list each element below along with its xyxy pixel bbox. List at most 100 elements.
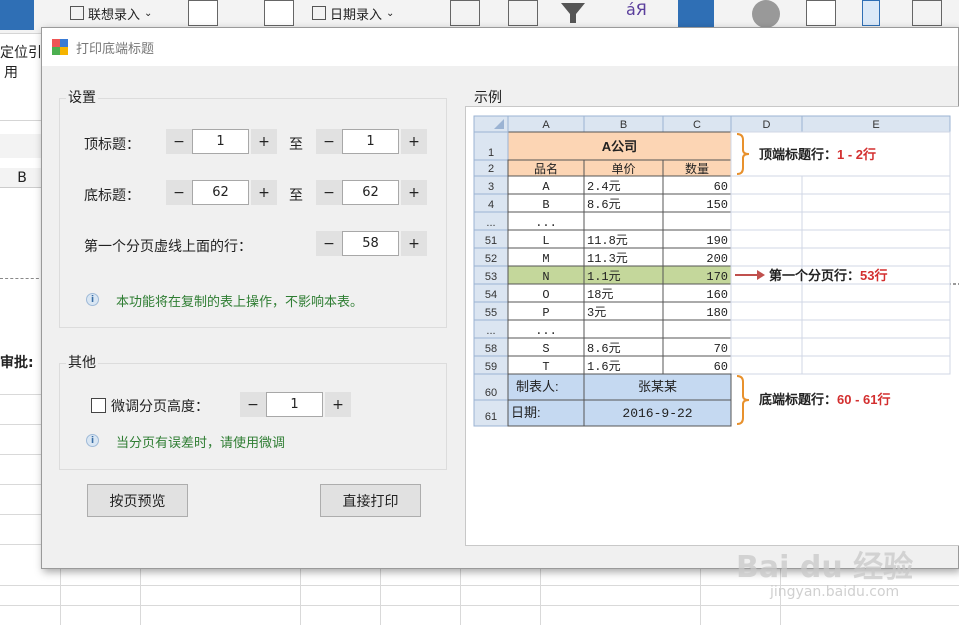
top-annotation: 顶端标题行：1 - 2行 xyxy=(759,147,876,162)
preview-button[interactable]: 按页预览 xyxy=(87,484,188,517)
header-text: 品名 xyxy=(534,161,558,176)
calendar-grid-icon[interactable] xyxy=(264,0,294,26)
bottom-to-plus-button[interactable]: + xyxy=(401,180,427,205)
row-number: 55 xyxy=(485,307,497,319)
first-break-minus-button[interactable]: − xyxy=(316,231,342,256)
top-to-plus-button[interactable]: + xyxy=(401,129,427,154)
date-value: 2016-9-22 xyxy=(622,406,692,421)
empty-cell xyxy=(730,355,803,375)
example-panel: A B C D E A公司 1 2 品名 单价 数量 3 A 2.4元 60 4 B 8.6元 150...... 5… xyxy=(465,106,959,546)
top-annotation-value: 1 - 2行 xyxy=(837,147,876,162)
top-title-label: 顶标题： xyxy=(84,137,140,153)
language-icon[interactable]: áЯ xyxy=(626,0,656,26)
bottom-from-input[interactable]: 62 xyxy=(192,180,249,205)
bottom-bracket xyxy=(736,375,750,425)
column-header-b[interactable]: B xyxy=(0,168,44,188)
fine-tune-input[interactable]: 1 xyxy=(266,392,323,417)
edit-grid-icon[interactable] xyxy=(188,0,218,26)
settings-info-text: 本功能将在复制的表上操作，不影响本表。 xyxy=(116,295,364,310)
divider xyxy=(0,120,44,121)
id-card-icon[interactable] xyxy=(806,0,836,26)
info-icon: i xyxy=(86,434,99,447)
filter-icon[interactable] xyxy=(558,0,588,26)
calendar-icon xyxy=(312,6,326,20)
top-from-minus-button[interactable]: − xyxy=(166,129,192,154)
empty-cell xyxy=(730,229,803,249)
card-icon[interactable] xyxy=(912,0,942,26)
chevron-down-icon: ⌄ xyxy=(386,7,395,19)
name-cell: S xyxy=(542,342,549,356)
name-cell: A xyxy=(542,180,550,194)
name-cell: P xyxy=(542,306,549,320)
qty-cell: 70 xyxy=(714,342,728,356)
bottom-from-plus-button[interactable]: + xyxy=(251,180,277,205)
riqi-button[interactable]: 日期录入 ⌄ xyxy=(312,2,394,24)
bottom-annotation-label: 底端标题行： xyxy=(759,392,837,407)
app-icon[interactable] xyxy=(0,0,34,30)
top-to-input[interactable]: 1 xyxy=(342,129,399,154)
empty-cell xyxy=(730,319,803,339)
qty-cell: 200 xyxy=(706,252,728,266)
row-number: ... xyxy=(486,217,495,229)
first-break-input[interactable]: 58 xyxy=(342,231,399,256)
price-cell: 1.6元 xyxy=(587,360,621,374)
bottom-to-minus-button[interactable]: − xyxy=(316,180,342,205)
fine-tune-plus-button[interactable]: + xyxy=(325,392,351,417)
maker-label: 制表人: xyxy=(516,379,559,394)
fine-tune-label: 微调分页高度： xyxy=(111,399,209,415)
first-break-plus-button[interactable]: + xyxy=(401,231,427,256)
price-cell: 8.6元 xyxy=(587,342,621,356)
phone-icon[interactable] xyxy=(862,0,880,26)
eraser-icon[interactable] xyxy=(450,0,480,26)
column-header: A xyxy=(542,119,550,131)
name-cell: O xyxy=(542,288,549,302)
table-cell xyxy=(583,211,664,231)
row-number: 1 xyxy=(488,147,494,159)
top-from-plus-button[interactable]: + xyxy=(251,129,277,154)
top-to-minus-button[interactable]: − xyxy=(316,129,342,154)
grid-line xyxy=(0,394,44,395)
row-number: 52 xyxy=(485,253,497,265)
empty-cell xyxy=(801,211,951,231)
header-text: 单价 xyxy=(611,162,635,176)
qty-cell: 180 xyxy=(706,306,728,320)
qty-cell: 60 xyxy=(714,180,728,194)
row-number: 4 xyxy=(488,199,494,211)
table-cell xyxy=(662,211,732,231)
bottom-from-minus-button[interactable]: − xyxy=(166,180,192,205)
maker-value: 张某某 xyxy=(638,379,677,394)
row-number: 51 xyxy=(485,235,497,247)
print-button[interactable]: 直接打印 xyxy=(320,484,421,517)
dialog-titlebar[interactable]: 打印底端标题 xyxy=(42,28,958,66)
qty-cell: 170 xyxy=(706,270,728,284)
list-icon xyxy=(70,6,84,20)
page-break-line xyxy=(0,278,44,279)
remove-icon[interactable] xyxy=(508,0,538,26)
top-from-input[interactable]: 1 xyxy=(192,129,249,154)
fine-tune-checkbox[interactable] xyxy=(91,398,106,413)
user-icon[interactable] xyxy=(752,0,780,28)
price-cell: 1.1元 xyxy=(587,270,621,284)
bottom-to-input[interactable]: 62 xyxy=(342,180,399,205)
empty-cell xyxy=(801,301,951,321)
fine-tune-minus-button[interactable]: − xyxy=(240,392,266,417)
empty-cell xyxy=(730,211,803,231)
row-number: ... xyxy=(486,325,495,337)
column-header: B xyxy=(620,119,627,131)
price-cell: 2.4元 xyxy=(587,180,621,194)
break-annotation-label: 第一个分页行： xyxy=(769,268,860,283)
watermark-brand: Bai du 经验 xyxy=(736,550,914,585)
name-cell: T xyxy=(542,360,549,374)
empty-cell xyxy=(801,319,951,339)
to-label: 至 xyxy=(289,137,303,153)
break-annotation: 第一个分页行：53行 xyxy=(769,268,887,283)
formula-bar xyxy=(0,134,44,158)
break-annotation-value: 53行 xyxy=(860,268,887,283)
empty-cell xyxy=(801,229,951,249)
lianxiang-button[interactable]: 联想录入 ⌄ xyxy=(70,2,152,24)
empty-cell xyxy=(730,283,803,303)
column-header: C xyxy=(693,119,701,131)
info-icon: i xyxy=(86,293,99,306)
other-info-text: 当分页有误差时，请使用微调 xyxy=(116,436,286,451)
grid-line xyxy=(0,544,44,545)
